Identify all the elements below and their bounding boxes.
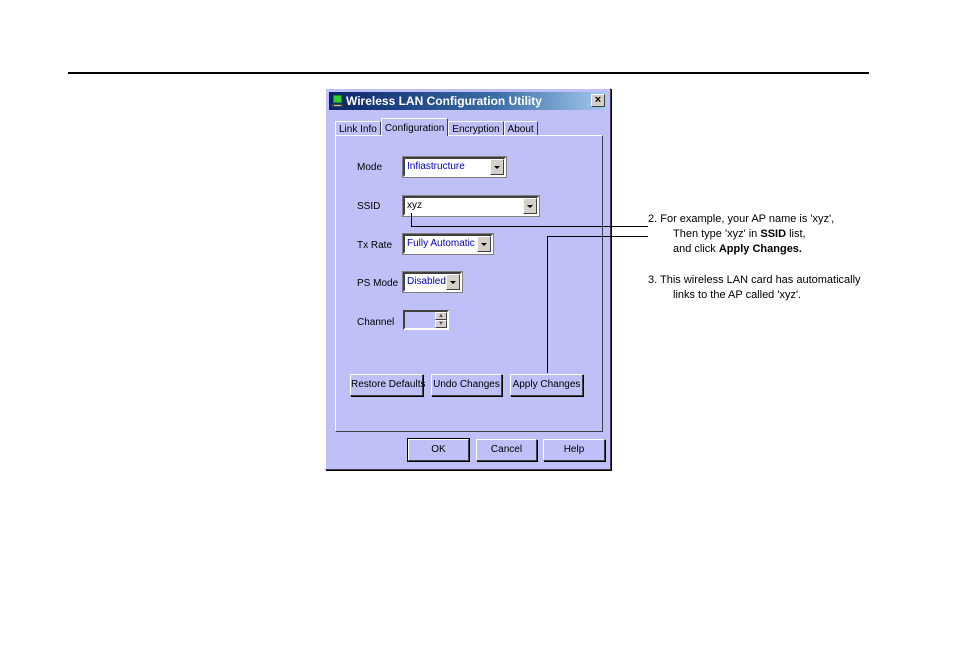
ps-mode-value: Disabled (407, 276, 446, 287)
step-3-line-2: links to the AP called 'xyz'. (673, 289, 802, 301)
channel-spinner: ▲ ▼ (403, 310, 449, 330)
title-bar[interactable]: Wireless LAN Configuration Utility × (329, 92, 607, 110)
chevron-down-icon[interactable] (523, 198, 537, 214)
tab-strip: Link Info Configuration Encryption About (335, 116, 538, 136)
tx-rate-label: Tx Rate (357, 240, 393, 251)
help-button[interactable]: Help (543, 439, 605, 461)
apply-changes-emphasis: Apply Changes. (718, 243, 802, 255)
restore-defaults-button[interactable]: Restore Defaults (350, 374, 425, 396)
apply-callout-line-horizontal (547, 236, 648, 237)
chevron-down-icon[interactable] (477, 236, 491, 252)
apply-changes-button[interactable]: Apply Changes (510, 374, 583, 396)
chevron-down-icon[interactable] (446, 274, 460, 290)
ssid-combobox[interactable]: xyz (402, 195, 540, 217)
apply-callout-line-vertical (547, 236, 548, 373)
tab-about[interactable]: About (503, 121, 538, 136)
ssid-callout-line-vertical (411, 213, 412, 227)
tab-configuration[interactable]: Configuration (380, 118, 449, 136)
undo-changes-button[interactable]: Undo Changes (431, 374, 502, 396)
ssid-value: xyz (407, 200, 422, 211)
mode-label: Mode (357, 162, 383, 173)
cancel-button[interactable]: Cancel (476, 439, 537, 461)
tx-rate-value: Fully Automatic (407, 238, 475, 249)
ps-mode-label: PS Mode (357, 278, 399, 289)
step-2-text: and click (673, 243, 719, 255)
step-2-line-3: and click Apply Changes. (648, 242, 834, 257)
window-title: Wireless LAN Configuration Utility (346, 94, 542, 108)
close-button[interactable]: × (591, 94, 605, 107)
config-utility-window: Wireless LAN Configuration Utility × Lin… (325, 88, 611, 470)
ok-button[interactable]: OK (407, 438, 470, 462)
ssid-emphasis: SSID (760, 228, 787, 240)
close-icon: × (594, 94, 602, 106)
step-2-note: 2. For example, your AP name is 'xyz', T… (648, 212, 834, 257)
step-2-line-2: Then type 'xyz' in SSID list, (648, 227, 834, 242)
tab-encryption[interactable]: Encryption (448, 121, 504, 136)
spin-up-icon: ▲ (435, 312, 447, 320)
tab-link-info[interactable]: Link Info (335, 121, 381, 136)
ps-mode-select[interactable]: Disabled (402, 271, 463, 293)
mode-value: Infiastructure (407, 161, 465, 172)
step-2-text: list, (786, 228, 806, 240)
step-2-line-1: 2. For example, your AP name is 'xyz', (648, 213, 835, 225)
ssid-label: SSID (357, 201, 381, 212)
step-3-line-1: 3. This wireless LAN card has automatica… (648, 274, 861, 286)
configuration-panel: Mode Infiastructure SSID xyz Tx Rate Ful… (335, 135, 603, 432)
ssid-callout-line-horizontal (411, 226, 648, 227)
channel-label: Channel (357, 317, 395, 328)
step-3-note: 3. This wireless LAN card has automatica… (648, 273, 861, 303)
tx-rate-select[interactable]: Fully Automatic (402, 233, 494, 255)
step-2-text: Then type 'xyz' in (673, 228, 761, 240)
wireless-card-icon (332, 95, 343, 107)
spin-down-icon: ▼ (435, 320, 447, 328)
chevron-down-icon[interactable] (490, 159, 504, 175)
page-rule (68, 72, 869, 74)
mode-select[interactable]: Infiastructure (402, 156, 507, 178)
